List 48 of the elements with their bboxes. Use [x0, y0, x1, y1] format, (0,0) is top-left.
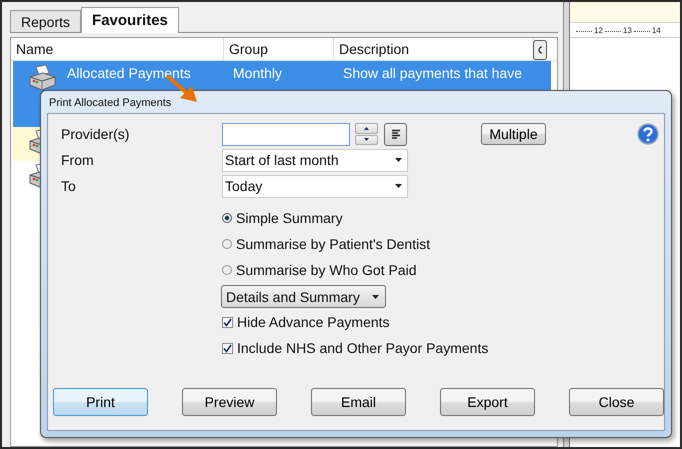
help-icon[interactable] [637, 123, 659, 145]
table-cell-text: Show all payments that have [343, 64, 523, 82]
dialog-button[interactable]: Email [311, 388, 406, 416]
ruler-label: 14 [652, 26, 661, 34]
checkbox[interactable] [222, 342, 233, 354]
tab[interactable]: Favourites [81, 7, 179, 33]
provider-field[interactable] [222, 122, 350, 146]
multiple-button[interactable]: Multiple [481, 123, 546, 145]
option-label: Summarise by Patient's Dentist [236, 236, 430, 252]
dialog-title: Print Allocated Payments [48, 96, 172, 111]
checkmark-icon [223, 318, 232, 326]
ruler-label: 13 [622, 26, 632, 34]
option-label: Summarise by Who Got Paid [236, 262, 417, 278]
radio-button[interactable] [222, 265, 232, 275]
column-header[interactable]: Group [224, 38, 334, 60]
checkbox[interactable] [222, 316, 233, 328]
detail-dropdown[interactable]: Details and Summary [221, 285, 386, 308]
down-arrow-icon [364, 138, 369, 142]
dialog-button[interactable]: Preview [182, 388, 277, 416]
field-label: Provider(s) [61, 126, 130, 142]
lines-icon [390, 129, 400, 139]
field-label: To [61, 178, 77, 194]
arc-icon [536, 45, 544, 55]
table-cell-text: Monthly [233, 64, 284, 82]
option-label: Include NHS and Other Payor Payments [237, 340, 488, 356]
checkmark-icon [223, 344, 232, 352]
spin-up-button[interactable] [355, 123, 378, 134]
radio-button[interactable] [222, 239, 232, 249]
column-chooser-button[interactable] [533, 40, 547, 60]
ruler-label: 12 [594, 26, 603, 34]
date-dropdown[interactable]: Start of last month [222, 148, 408, 172]
up-arrow-icon [364, 126, 369, 130]
option-label: Hide Advance Payments [237, 314, 390, 330]
dialog-button[interactable]: Export [440, 388, 535, 416]
date-dropdown[interactable]: Today [222, 174, 408, 198]
dialog-button[interactable]: Print [53, 388, 148, 416]
column-header[interactable]: Name [11, 38, 224, 60]
field-label: From [61, 152, 95, 168]
spin-down-button[interactable] [355, 134, 378, 145]
dialog-button[interactable]: Close [569, 388, 664, 416]
caret-icon [395, 184, 402, 188]
caret-icon [395, 158, 402, 162]
option-label: Simple Summary [236, 210, 343, 226]
radio-button[interactable] [222, 213, 232, 223]
caret-icon [372, 294, 379, 298]
list-button[interactable] [384, 122, 407, 146]
tab[interactable]: Reports [10, 10, 82, 32]
table-cell-text: Allocated Payments [67, 64, 192, 82]
